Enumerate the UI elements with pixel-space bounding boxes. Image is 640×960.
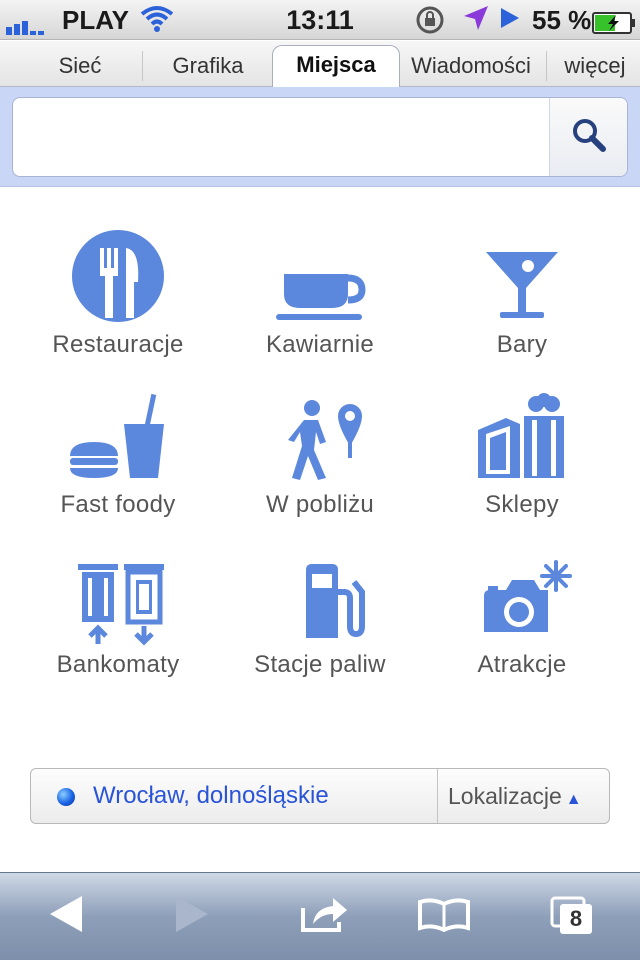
tab-places[interactable]: Miejsca (272, 45, 400, 87)
category-label: Atrakcje (477, 651, 567, 678)
category-label: Fast foody (60, 491, 176, 518)
share-button[interactable] (294, 891, 354, 941)
pages-button[interactable]: 8 (542, 891, 602, 941)
book-icon (418, 896, 470, 937)
location-bar: Wrocław, dolnośląskie Lokalizacje ▲ (30, 768, 610, 824)
nearby-icon (270, 390, 370, 486)
gas-station-icon (270, 550, 370, 646)
category-cafes[interactable]: Kawiarnie (220, 218, 420, 368)
category-shops[interactable]: Sklepy (422, 378, 622, 528)
bar-icon (472, 230, 572, 326)
back-arrow-icon (48, 894, 84, 939)
forward-arrow-icon (174, 894, 210, 939)
category-label: Stacje paliw (254, 651, 386, 678)
play-status-icon (498, 4, 522, 39)
battery-charging-icon (592, 9, 636, 41)
pages-icon: 8 (550, 896, 594, 936)
tab-divider (546, 51, 547, 81)
search-box (12, 97, 628, 177)
fast-food-icon (68, 390, 168, 486)
location-services-icon (462, 4, 490, 39)
status-bar: PLAY 13:11 55 % (0, 0, 640, 40)
category-label: Sklepy (485, 491, 559, 518)
tab-images[interactable]: Grafika (162, 47, 254, 87)
attractions-icon (472, 550, 572, 646)
browser-toolbar: 8 (0, 872, 640, 960)
category-label: Bary (496, 331, 548, 358)
category-gas-stations[interactable]: Stacje paliw (220, 538, 420, 688)
search-input[interactable] (13, 98, 549, 176)
tab-more[interactable]: więcej (556, 47, 634, 87)
category-restaurants[interactable]: Restauracje (18, 218, 218, 368)
category-label: Kawiarnie (265, 331, 375, 358)
category-fast-food[interactable]: Fast foody (18, 378, 218, 528)
back-button[interactable] (36, 891, 96, 941)
rotation-lock-icon (414, 4, 446, 43)
bookmarks-button[interactable] (414, 891, 474, 941)
tab-divider (142, 51, 143, 81)
current-location-text[interactable]: Wrocław, dolnośląskie (93, 769, 329, 823)
locations-button-label: Lokalizacje (448, 783, 562, 809)
atm-icon (68, 550, 168, 646)
search-area (0, 87, 640, 187)
battery-percentage: 55 % (532, 5, 592, 35)
locations-button[interactable]: Lokalizacje ▲ (438, 769, 610, 823)
category-attractions[interactable]: Atrakcje (422, 538, 622, 688)
cafe-icon (270, 230, 370, 326)
search-tabs: Sieć Grafika Miejsca Wiadomości więcej (0, 41, 640, 87)
pages-count: 8 (569, 906, 583, 931)
category-label: Restauracje (52, 331, 184, 358)
share-icon (299, 894, 349, 939)
tab-web[interactable]: Sieć (40, 47, 120, 87)
search-icon (571, 117, 607, 158)
tab-news[interactable]: Wiadomości (404, 47, 538, 87)
restaurant-icon (68, 230, 168, 326)
search-button[interactable] (549, 98, 627, 176)
category-label: Bankomaty (56, 651, 180, 678)
current-location-dot-icon (57, 788, 75, 806)
category-atms[interactable]: Bankomaty (18, 538, 218, 688)
triangle-up-icon: ▲ (565, 791, 582, 808)
forward-button[interactable] (162, 891, 222, 941)
category-label: W pobliżu (265, 491, 375, 518)
category-bars[interactable]: Bary (422, 218, 622, 368)
shops-icon (472, 390, 572, 486)
category-nearby[interactable]: W pobliżu (220, 378, 420, 528)
